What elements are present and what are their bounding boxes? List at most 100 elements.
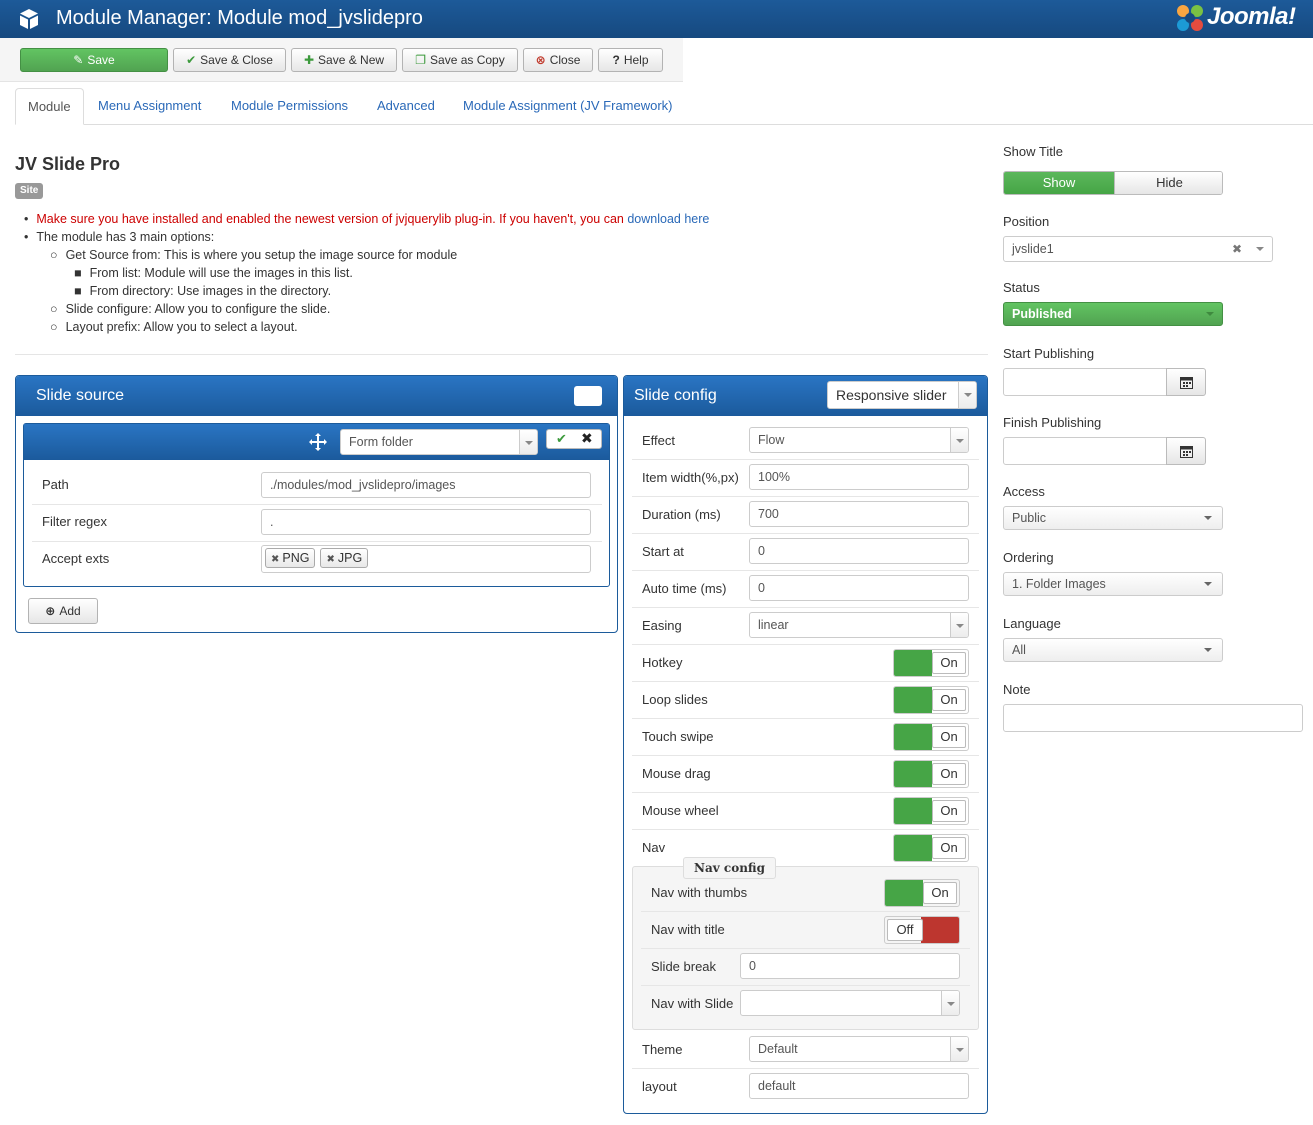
list-item: ○ Get Source from: This is where you setu… [50, 248, 458, 262]
chevron-down-icon [519, 430, 537, 454]
toggle-fill [894, 650, 932, 676]
download-link[interactable]: download here [627, 212, 709, 226]
tab-module-assignment-jv[interactable]: Module Assignment (JV Framework) [451, 88, 685, 125]
apply-icon[interactable]: ✔ [556, 431, 567, 447]
help-button[interactable]: ? Help [598, 48, 663, 72]
save-button[interactable]: ✎ Save [20, 48, 168, 72]
finish-publishing-input[interactable] [1003, 437, 1168, 465]
remove-chip-icon[interactable]: ✖ [271, 554, 279, 565]
ordering-select[interactable]: 1. Folder Images [1003, 572, 1223, 596]
note-label: Note [1003, 682, 1031, 697]
tab-module[interactable]: Module [15, 88, 84, 125]
language-label: Language [1003, 616, 1061, 631]
source-item-header: Form folder ✔ ✖ [24, 424, 609, 460]
add-source-button[interactable]: ⊕ Add [28, 598, 98, 624]
toggle-fill [894, 835, 932, 861]
easing-select[interactable]: linear [749, 612, 969, 638]
nav-thumbs-toggle[interactable]: On [884, 879, 960, 907]
status-select[interactable]: Published [1003, 302, 1223, 326]
row-divider [32, 504, 602, 505]
item-width-label: Item width(%,px) [642, 470, 739, 485]
access-label: Access [1003, 484, 1045, 499]
position-label: Position [1003, 214, 1050, 229]
finish-publishing-calendar-button[interactable] [1166, 437, 1206, 465]
remove-chip-icon[interactable]: ✖ [326, 554, 334, 565]
row-divider [632, 792, 979, 793]
nav-toggle[interactable]: On [893, 834, 969, 862]
save-close-button[interactable]: ✔ Save & Close [173, 48, 286, 72]
source-item: Form folder ✔ ✖ Path ./modules/mod_jvsli… [23, 423, 610, 587]
slide-source-panel: Slide source Form folder ✔ ✖ Path ./modu… [15, 375, 618, 633]
edit-icon: ✎ [73, 53, 84, 67]
panel-toggle-button[interactable] [574, 386, 602, 406]
tab-bar: Module Menu Assignment Module Permission… [15, 88, 1313, 125]
plus-icon: ✚ [303, 53, 315, 67]
chevron-down-icon [1204, 648, 1212, 652]
theme-label: Theme [642, 1042, 683, 1057]
toggle-fill [921, 917, 959, 943]
save-copy-button[interactable]: ❐ Save as Copy [402, 48, 518, 72]
slide-break-input[interactable]: 0 [740, 953, 960, 979]
plus-circle-icon: ⊕ [45, 604, 56, 618]
move-icon[interactable] [308, 432, 328, 452]
slide-break-label: Slide break [651, 959, 717, 974]
nav-thumbs-label: Nav with thumbs [651, 885, 748, 900]
ext-chip-png[interactable]: ✖ PNG [265, 548, 316, 568]
source-type-select[interactable]: Form folder [340, 429, 538, 455]
nav-config-legend: Nav config [683, 857, 777, 879]
finish-publishing-label: Finish Publishing [1003, 415, 1102, 430]
chevron-down-icon [950, 613, 968, 637]
mouse-wheel-toggle[interactable]: On [893, 797, 969, 825]
filter-regex-input[interactable]: . [261, 509, 591, 535]
tab-menu-assignment[interactable]: Menu Assignment [86, 88, 213, 125]
start-at-input[interactable]: 0 [749, 538, 969, 564]
clear-icon[interactable]: ✖ [1232, 237, 1242, 261]
accept-exts-input[interactable]: ✖ PNG ✖ JPG [261, 545, 591, 573]
divider [15, 354, 988, 355]
path-label: Path [42, 477, 69, 492]
row-divider [632, 829, 979, 830]
nav-slide-select[interactable] [740, 990, 960, 1016]
row-divider [632, 459, 979, 460]
show-title-show-button[interactable]: Show [1004, 172, 1114, 194]
hotkey-toggle[interactable]: On [893, 649, 969, 677]
language-select[interactable]: All [1003, 638, 1223, 662]
toggle-fill [894, 724, 932, 750]
loop-slides-toggle[interactable]: On [893, 686, 969, 714]
cube-icon [20, 9, 38, 29]
toggle-fill [894, 761, 932, 787]
nav-slide-label: Nav with Slide [651, 996, 734, 1011]
start-publishing-input[interactable] [1003, 368, 1168, 396]
list-item: • The module has 3 main options: [24, 230, 215, 244]
slider-mode-select[interactable]: Responsive slider [827, 381, 977, 409]
show-title-hide-button[interactable]: Hide [1114, 172, 1222, 194]
row-divider [641, 948, 970, 949]
ordering-label: Ordering [1003, 550, 1054, 565]
show-title-label: Show Title [1003, 144, 1063, 159]
layout-input[interactable]: default [749, 1073, 969, 1099]
nav-title-toggle[interactable]: Off [884, 916, 960, 944]
path-input[interactable]: ./modules/mod_jvslidepro/images [261, 472, 591, 498]
theme-select[interactable]: Default [749, 1036, 969, 1062]
duration-input[interactable]: 700 [749, 501, 969, 527]
save-new-button[interactable]: ✚ Save & New [291, 48, 397, 72]
chevron-down-icon [1204, 516, 1212, 520]
close-button[interactable]: ⊗ Close [523, 48, 593, 72]
tab-advanced[interactable]: Advanced [365, 88, 447, 125]
site-badge: Site [15, 183, 44, 199]
effect-select[interactable]: Flow [749, 427, 969, 453]
auto-time-input[interactable]: 0 [749, 575, 969, 601]
mouse-drag-toggle[interactable]: On [893, 760, 969, 788]
tab-module-permissions[interactable]: Module Permissions [219, 88, 360, 125]
row-divider [632, 681, 979, 682]
note-input[interactable] [1003, 704, 1303, 732]
position-select[interactable]: jvslide1 ✖ [1003, 236, 1273, 262]
remove-icon[interactable]: ✖ [581, 430, 593, 447]
check-icon: ✔ [186, 53, 197, 67]
access-select[interactable]: Public [1003, 506, 1223, 530]
slide-config-header: Slide config Responsive slider [624, 376, 987, 416]
ext-chip-jpg[interactable]: ✖ JPG [320, 548, 369, 568]
start-publishing-calendar-button[interactable] [1166, 368, 1206, 396]
item-width-input[interactable]: 100% [749, 464, 969, 490]
touch-swipe-toggle[interactable]: On [893, 723, 969, 751]
